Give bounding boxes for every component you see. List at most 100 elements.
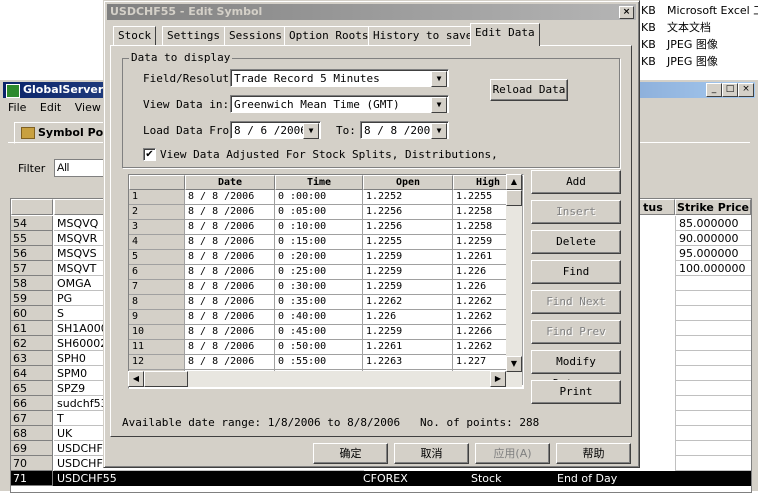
row-number: 1 bbox=[129, 190, 185, 205]
cell-time[interactable]: 0 :15:00 bbox=[275, 235, 363, 250]
cell-time[interactable]: 0 :35:00 bbox=[275, 295, 363, 310]
cell-date[interactable]: 8 / 8 /2006 bbox=[185, 265, 275, 280]
cell-time[interactable]: 0 :10:00 bbox=[275, 220, 363, 235]
find-button[interactable]: Find bbox=[531, 260, 621, 284]
horizontal-scrollbar[interactable]: ◀ ▶ bbox=[128, 371, 506, 387]
scroll-thumb[interactable] bbox=[506, 190, 522, 206]
scroll-up-icon[interactable]: ▲ bbox=[506, 174, 522, 190]
cell-time[interactable]: 0 :00:00 bbox=[275, 190, 363, 205]
ok-button[interactable]: 确定 bbox=[313, 443, 388, 464]
row-number: 9 bbox=[129, 310, 185, 325]
cell-open[interactable]: 1.2256 bbox=[363, 220, 453, 235]
apply-button[interactable]: 应用(A) bbox=[475, 443, 550, 464]
cell-date[interactable]: 8 / 8 /2006 bbox=[185, 310, 275, 325]
cell-time[interactable]: 0 :30:00 bbox=[275, 280, 363, 295]
cell-date[interactable]: 8 / 8 /2006 bbox=[185, 280, 275, 295]
scroll-right-icon[interactable]: ▶ bbox=[490, 371, 506, 387]
cell-date[interactable]: 8 / 8 /2006 bbox=[185, 235, 275, 250]
cell-time[interactable]: 0 :20:00 bbox=[275, 250, 363, 265]
adjust-checkbox[interactable]: ✔ bbox=[143, 148, 156, 161]
column-header-date[interactable]: Date bbox=[185, 175, 275, 190]
cell-open[interactable]: 1.2263 bbox=[363, 355, 453, 370]
row-number: 58 bbox=[11, 276, 53, 291]
grid-corner bbox=[11, 199, 53, 215]
load-from-date[interactable]: 8 / 6 /2006 ▼ bbox=[230, 121, 321, 139]
chevron-down-icon[interactable]: ▼ bbox=[431, 97, 447, 113]
chevron-down-icon[interactable]: ▼ bbox=[431, 71, 447, 87]
scroll-down-icon[interactable]: ▼ bbox=[506, 356, 522, 372]
tab-history-to-save[interactable]: History to save bbox=[368, 26, 478, 46]
cell-time[interactable]: 0 :25:00 bbox=[275, 265, 363, 280]
row-strike-price bbox=[675, 456, 751, 471]
chevron-down-icon[interactable]: ▼ bbox=[431, 123, 447, 139]
tab-settings[interactable]: Settings bbox=[162, 26, 225, 46]
cell-date[interactable]: 8 / 8 /2006 bbox=[185, 190, 275, 205]
timezone-select[interactable]: Greenwich Mean Time (GMT) ▼ bbox=[230, 95, 449, 113]
row-number: 2 bbox=[129, 205, 185, 220]
row-type: Stock bbox=[471, 472, 502, 485]
close-icon[interactable]: × bbox=[619, 6, 634, 19]
close-icon[interactable]: × bbox=[738, 83, 754, 97]
column-header-row-number bbox=[129, 175, 185, 190]
cell-time[interactable]: 0 :45:00 bbox=[275, 325, 363, 340]
cell-open[interactable]: 1.2255 bbox=[363, 235, 453, 250]
tab-sessions[interactable]: Sessions bbox=[224, 26, 287, 46]
cell-open[interactable]: 1.2261 bbox=[363, 340, 453, 355]
cell-open[interactable]: 1.2256 bbox=[363, 205, 453, 220]
cell-open[interactable]: 1.2259 bbox=[363, 250, 453, 265]
cell-date[interactable]: 8 / 8 /2006 bbox=[185, 340, 275, 355]
menu-file[interactable]: File bbox=[8, 101, 26, 114]
minimize-icon[interactable]: _ bbox=[706, 83, 722, 97]
list-item[interactable]: KBMicrosoft Excel 工... bbox=[641, 2, 758, 19]
column-header-time[interactable]: Time bbox=[275, 175, 363, 190]
row-number: 8 bbox=[129, 295, 185, 310]
column-header-open[interactable]: Open bbox=[363, 175, 453, 190]
modify-data-button[interactable]: Modify Data... bbox=[531, 350, 621, 390]
cell-date[interactable]: 8 / 8 /2006 bbox=[185, 250, 275, 265]
tab-edit-data[interactable]: Edit Data bbox=[470, 23, 540, 46]
list-item[interactable]: KB 文本文档 bbox=[641, 19, 711, 36]
row-number: 56 bbox=[11, 246, 53, 261]
cell-date[interactable]: 8 / 8 /2006 bbox=[185, 295, 275, 310]
chevron-down-icon[interactable]: ▼ bbox=[303, 123, 319, 139]
column-header-strike-price[interactable]: Strike Price bbox=[675, 199, 751, 215]
cell-date[interactable]: 8 / 8 /2006 bbox=[185, 325, 275, 340]
load-to-date[interactable]: 8 / 8 /2006 ▼ bbox=[360, 121, 449, 139]
list-item[interactable]: KB JPEG 图像 bbox=[641, 36, 718, 53]
cell-time[interactable]: 0 :40:00 bbox=[275, 310, 363, 325]
field-select[interactable]: Trade Record 5 Minutes ▼ bbox=[230, 69, 449, 87]
menu-edit[interactable]: Edit bbox=[40, 101, 61, 114]
cell-date[interactable]: 8 / 8 /2006 bbox=[185, 205, 275, 220]
maximize-icon[interactable]: □ bbox=[722, 83, 738, 97]
cell-date[interactable]: 8 / 8 /2006 bbox=[185, 355, 275, 370]
reload-data-button[interactable]: Reload Data bbox=[490, 79, 568, 101]
row-number: 57 bbox=[11, 261, 53, 276]
list-item[interactable]: KB JPEG 图像 bbox=[641, 53, 718, 70]
scroll-thumb[interactable] bbox=[144, 371, 188, 387]
menu-view[interactable]: View bbox=[75, 101, 101, 114]
insert-button[interactable]: Insert bbox=[531, 200, 621, 224]
cancel-button[interactable]: 取消 bbox=[394, 443, 469, 464]
find-prev-button[interactable]: Find Prev bbox=[531, 320, 621, 344]
delete-button[interactable]: Delete bbox=[531, 230, 621, 254]
tab-option-roots[interactable]: Option Roots bbox=[284, 26, 374, 46]
cell-open[interactable]: 1.2259 bbox=[363, 280, 453, 295]
cell-time[interactable]: 0 :55:00 bbox=[275, 355, 363, 370]
print-button[interactable]: Print bbox=[531, 380, 621, 404]
tab-stock[interactable]: Stock bbox=[113, 26, 157, 46]
cell-open[interactable]: 1.2262 bbox=[363, 295, 453, 310]
table-row-selected[interactable]: 71 USDCHF55 CFOREX Stock End of Day bbox=[11, 471, 751, 486]
row-number: 59 bbox=[11, 291, 53, 306]
add-button[interactable]: Add bbox=[531, 170, 621, 194]
cell-time[interactable]: 0 :05:00 bbox=[275, 205, 363, 220]
scroll-left-icon[interactable]: ◀ bbox=[128, 371, 144, 387]
cell-time[interactable]: 0 :50:00 bbox=[275, 340, 363, 355]
cell-open[interactable]: 1.2259 bbox=[363, 265, 453, 280]
help-button[interactable]: 帮助 bbox=[556, 443, 631, 464]
find-next-button[interactable]: Find Next bbox=[531, 290, 621, 314]
vertical-scrollbar[interactable]: ▲ ▼ bbox=[506, 174, 522, 387]
cell-open[interactable]: 1.2252 bbox=[363, 190, 453, 205]
cell-open[interactable]: 1.226 bbox=[363, 310, 453, 325]
cell-date[interactable]: 8 / 8 /2006 bbox=[185, 220, 275, 235]
cell-open[interactable]: 1.2259 bbox=[363, 325, 453, 340]
